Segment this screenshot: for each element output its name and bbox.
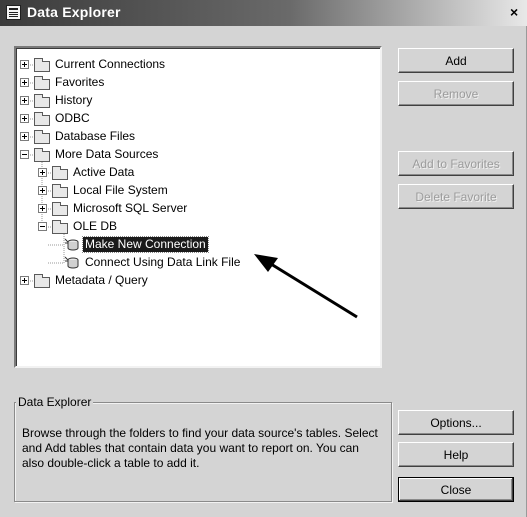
expand-plus-icon[interactable] xyxy=(20,96,29,105)
window-title: Data Explorer xyxy=(27,4,121,20)
tree-item-label: Make New Connection xyxy=(82,236,209,253)
data-source-tree[interactable]: Current Connections Favorites History ODBC D… xyxy=(14,46,382,368)
tree-item[interactable]: Metadata / Query xyxy=(16,272,380,290)
tree-item[interactable]: Microsoft SQL Server xyxy=(16,200,380,218)
expand-plus-icon[interactable] xyxy=(38,168,47,177)
tree-item-label: Favorites xyxy=(55,75,105,89)
tree-item[interactable]: Connect Using Data Link File xyxy=(16,254,380,272)
remove-button[interactable]: Remove xyxy=(398,81,514,106)
tree-item-label: ODBC xyxy=(55,111,90,125)
folder-icon xyxy=(34,112,50,126)
data-link-icon xyxy=(64,256,79,269)
expand-plus-icon[interactable] xyxy=(20,132,29,141)
folder-icon xyxy=(34,94,50,108)
info-description: Browse through the folders to find your … xyxy=(22,426,378,470)
expand-plus-icon[interactable] xyxy=(38,204,47,213)
tree-item-label: Metadata / Query xyxy=(55,273,148,287)
expand-plus-icon[interactable] xyxy=(20,114,29,123)
folder-icon xyxy=(52,166,68,180)
folder-icon xyxy=(52,184,68,198)
tree-item-label: Active Data xyxy=(73,165,135,179)
expand-plus-icon[interactable] xyxy=(20,78,29,87)
folder-icon xyxy=(34,274,50,288)
folder-icon xyxy=(52,202,68,216)
title-bar[interactable]: Data Explorer × xyxy=(0,0,527,26)
tree-item[interactable]: Make New Connection xyxy=(16,236,380,254)
collapse-minus-icon[interactable] xyxy=(38,222,47,231)
data-explorer-window: Data Explorer × Current Connections Favor… xyxy=(0,0,527,517)
folder-icon xyxy=(34,130,50,144)
expand-plus-icon[interactable] xyxy=(20,276,29,285)
folder-icon xyxy=(34,58,50,72)
tree-item[interactable]: Favorites xyxy=(16,74,380,92)
folder-icon xyxy=(52,220,68,234)
tree-item[interactable]: Local File System xyxy=(16,182,380,200)
close-button[interactable]: Close xyxy=(398,477,514,502)
info-group-legend: Data Explorer xyxy=(16,395,94,409)
tree-item[interactable]: More Data Sources xyxy=(16,146,380,164)
new-connection-icon xyxy=(64,238,79,251)
folder-icon xyxy=(34,148,50,162)
help-button[interactable]: Help xyxy=(398,442,514,467)
tree-item-label: Connect Using Data Link File xyxy=(85,255,241,269)
add-to-favorites-button[interactable]: Add to Favorites xyxy=(398,151,514,176)
expand-plus-icon[interactable] xyxy=(38,186,47,195)
tree-item[interactable]: ODBC xyxy=(16,110,380,128)
tree-item-label: History xyxy=(55,93,93,107)
add-button[interactable]: Add xyxy=(398,48,514,73)
expand-plus-icon[interactable] xyxy=(20,60,29,69)
tree-item-label: Current Connections xyxy=(55,57,166,71)
tree-item[interactable]: History xyxy=(16,92,380,110)
collapse-minus-icon[interactable] xyxy=(20,150,29,159)
folder-icon xyxy=(34,76,50,90)
tree-item-label: Database Files xyxy=(55,129,136,143)
close-icon[interactable]: × xyxy=(510,4,518,20)
tree-item[interactable]: Active Data xyxy=(16,164,380,182)
window-icon xyxy=(6,5,21,20)
tree-item-label: Microsoft SQL Server xyxy=(73,201,188,215)
options-button[interactable]: Options... xyxy=(398,410,514,435)
tree-item-label: OLE DB xyxy=(73,219,118,233)
delete-favorite-button[interactable]: Delete Favorite xyxy=(398,184,514,209)
tree-item[interactable]: OLE DB xyxy=(16,218,380,236)
tree-item[interactable]: Current Connections xyxy=(16,56,380,74)
tree-item[interactable]: Database Files xyxy=(16,128,380,146)
tree-item-label: Local File System xyxy=(73,183,168,197)
tree-item-label: More Data Sources xyxy=(55,147,159,161)
